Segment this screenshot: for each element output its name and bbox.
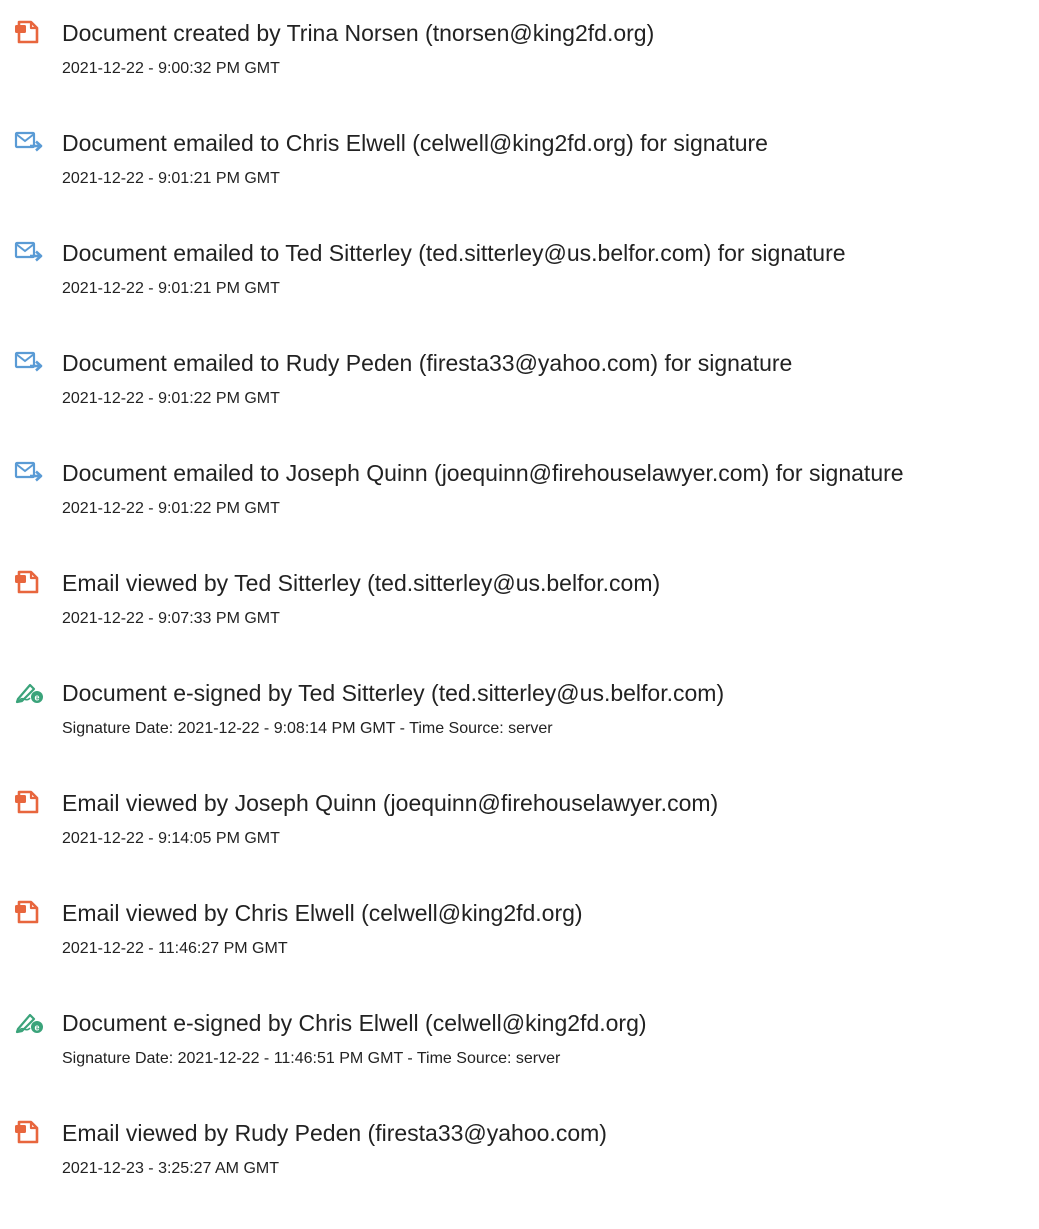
email-sent-icon — [14, 129, 44, 155]
event-timestamp: 2021-12-22 - 9:01:21 PM GMT — [62, 280, 280, 297]
event-timestamp: 2021-12-22 - 9:14:05 PM GMT — [62, 830, 280, 847]
email-sent-icon — [14, 459, 44, 485]
audit-event: Document emailed to Rudy Peden (firesta3… — [0, 349, 1039, 459]
event-timestamp: 2021-12-22 - 9:01:21 PM GMT — [62, 170, 280, 187]
event-description: Email viewed by Ted Sitterley (ted.sitte… — [62, 570, 661, 596]
event-description: Document emailed to Chris Elwell (celwel… — [62, 130, 768, 156]
audit-event: Document emailed to Joseph Quinn (joequi… — [0, 459, 1039, 569]
event-description: Document e-signed by Chris Elwell (celwe… — [62, 1010, 647, 1036]
audit-event: Email viewed by Ted Sitterley (ted.sitte… — [0, 569, 1039, 679]
esign-icon: e — [14, 1009, 44, 1035]
event-timestamp: 2021-12-22 - 9:01:22 PM GMT — [62, 390, 280, 407]
esign-icon: e — [14, 679, 44, 705]
audit-event: Document created by Trina Norsen (tnorse… — [0, 19, 1039, 129]
event-timestamp: 2021-12-22 - 9:07:33 PM GMT — [62, 610, 280, 627]
event-timestamp: Signature Date: 2021-12-22 - 11:46:51 PM… — [62, 1050, 561, 1067]
audit-event: Document emailed to Ted Sitterley (ted.s… — [0, 239, 1039, 349]
event-description: Email viewed by Chris Elwell (celwell@ki… — [62, 900, 583, 926]
email-sent-icon — [14, 349, 44, 375]
event-timestamp: 2021-12-22 - 9:01:22 PM GMT — [62, 500, 280, 517]
document-icon — [14, 19, 44, 45]
audit-event: Email viewed by Joseph Quinn (joequinn@f… — [0, 789, 1039, 899]
event-timestamp: 2021-12-23 - 3:25:27 AM GMT — [62, 1160, 279, 1177]
email-sent-icon — [14, 239, 44, 265]
audit-event: e Document e-signed by Ted Sitterley (te… — [0, 679, 1039, 789]
event-timestamp: Signature Date: 2021-12-22 - 9:08:14 PM … — [62, 720, 553, 737]
event-description: Email viewed by Rudy Peden (firesta33@ya… — [62, 1120, 607, 1146]
audit-event: Email viewed by Rudy Peden (firesta33@ya… — [0, 1119, 1039, 1229]
event-description: Document created by Trina Norsen (tnorse… — [62, 20, 655, 46]
audit-event: Email viewed by Chris Elwell (celwell@ki… — [0, 899, 1039, 1009]
svg-text:e: e — [34, 693, 39, 703]
document-icon — [14, 569, 44, 595]
audit-event: Document emailed to Chris Elwell (celwel… — [0, 129, 1039, 239]
event-timestamp: 2021-12-22 - 9:00:32 PM GMT — [62, 60, 280, 77]
svg-text:e: e — [34, 1023, 39, 1033]
event-description: Document emailed to Ted Sitterley (ted.s… — [62, 240, 846, 266]
event-description: Document e-signed by Ted Sitterley (ted.… — [62, 680, 725, 706]
document-icon — [14, 1119, 44, 1145]
event-description: Email viewed by Joseph Quinn (joequinn@f… — [62, 790, 719, 816]
event-timestamp: 2021-12-22 - 11:46:27 PM GMT — [62, 940, 288, 957]
event-description: Document emailed to Rudy Peden (firesta3… — [62, 350, 793, 376]
audit-event: e Document e-signed by Chris Elwell (cel… — [0, 1009, 1039, 1119]
document-icon — [14, 899, 44, 925]
document-icon — [14, 789, 44, 815]
event-description: Document emailed to Joseph Quinn (joequi… — [62, 460, 904, 486]
